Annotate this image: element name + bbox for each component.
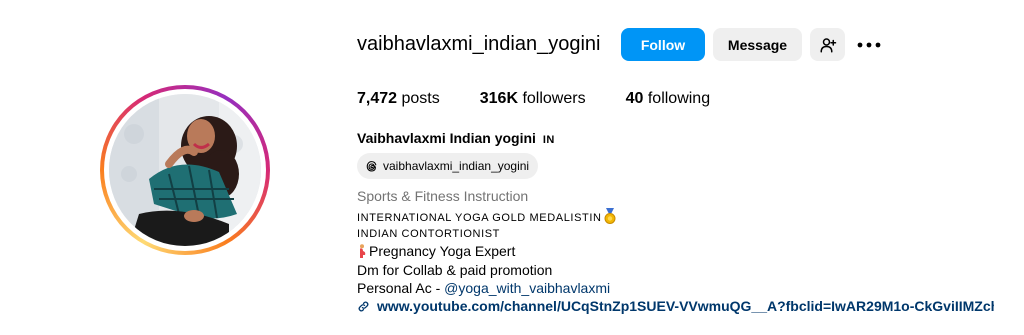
following-stat[interactable]: 40 following [626, 90, 711, 108]
bio-line-1-text: INTERNATIONAL YOGA GOLD MEDALISTIN [357, 212, 602, 224]
avatar[interactable] [109, 94, 261, 246]
follow-button[interactable]: Follow [621, 28, 705, 61]
bio-line-3: Pregnancy Yoga Expert [357, 243, 515, 259]
more-options-button[interactable] [856, 33, 882, 57]
profile-stats: 7,472 posts 316K followers 40 following [357, 90, 750, 108]
person-plus-icon [820, 37, 836, 52]
threads-icon [366, 160, 377, 172]
mention-link[interactable]: @yoga_with_vaibhavlaxmi [444, 280, 610, 296]
gold-medal-icon [604, 208, 616, 224]
more-horizontal-icon [857, 42, 881, 48]
threads-badge[interactable]: vaibhavlaxmi_indian_yogini [357, 153, 539, 179]
username: vaibhavlaxmi_indian_yogini [357, 33, 601, 55]
profile-category: Sports & Fitness Instruction [357, 188, 529, 204]
bio-line-5: Personal Ac - @yoga_with_vaibhavlaxmi [357, 280, 610, 296]
bio-line-5-prefix: Personal Ac - [357, 280, 445, 296]
story-ring[interactable] [100, 85, 270, 255]
posts-stat: 7,472 posts [357, 90, 440, 108]
posts-count: 7,472 [357, 90, 398, 107]
following-label: following [647, 90, 711, 107]
pronoun-tag: IN [542, 134, 555, 146]
avatar-photo [109, 94, 261, 246]
following-count: 40 [625, 90, 644, 107]
bio-line-4: Dm for Collab & paid promotion [357, 262, 553, 278]
suggested-accounts-button[interactable] [810, 28, 845, 61]
threads-handle: vaibhavlaxmi_indian_yogini [383, 159, 530, 173]
external-link-text[interactable]: www.youtube.com/channel/UCqStnZp1SUEV-VV… [377, 298, 994, 314]
full-name: Vaibhavlaxmi Indian yogini IN [357, 130, 555, 146]
message-button[interactable]: Message [713, 28, 802, 61]
bio-line-3-text: Pregnancy Yoga Expert [369, 243, 516, 259]
pregnant-woman-icon [360, 244, 366, 258]
external-link[interactable]: www.youtube.com/channel/UCqStnZp1SUEV-VV… [357, 298, 994, 314]
followers-label: followers [522, 90, 586, 107]
posts-label: posts [401, 90, 440, 107]
bio-line-2: INDIAN CONTORTIONIST [357, 228, 500, 240]
followers-count: 316K [479, 90, 518, 107]
full-name-text: Vaibhavlaxmi Indian yogini [357, 130, 536, 146]
link-icon [358, 301, 369, 311]
bio-line-1: INTERNATIONAL YOGA GOLD MEDALISTIN [357, 208, 617, 224]
followers-stat[interactable]: 316K followers [480, 90, 586, 108]
profile-page: vaibhavlaxmi_indian_yogini Follow Messag… [0, 0, 1024, 335]
